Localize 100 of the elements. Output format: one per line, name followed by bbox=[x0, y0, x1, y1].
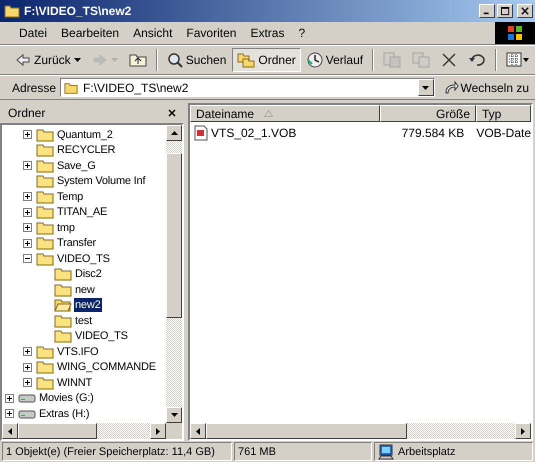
video-file-icon bbox=[194, 124, 208, 140]
folders-icon bbox=[237, 52, 256, 68]
expander-icon[interactable] bbox=[23, 192, 32, 202]
caret-icon bbox=[422, 86, 430, 90]
open-folder-icon bbox=[54, 298, 72, 312]
folders-button[interactable]: Ordner bbox=[232, 48, 301, 72]
tree-item[interactable]: Temp bbox=[56, 190, 84, 204]
caret-icon bbox=[74, 58, 81, 62]
windows-logo bbox=[495, 22, 535, 44]
folder-icon bbox=[36, 236, 54, 250]
status-zone: Arbeitsplatz bbox=[398, 446, 456, 458]
expander-icon[interactable] bbox=[23, 362, 32, 372]
folder-icon bbox=[36, 174, 54, 188]
folder-icon bbox=[36, 376, 54, 390]
window-title: F:\VIDEO_TS\new2 bbox=[24, 4, 132, 18]
address-label: Adresse bbox=[12, 80, 56, 94]
left-arrow-icon bbox=[8, 428, 12, 434]
tree-item[interactable]: test bbox=[74, 314, 93, 328]
folder-icon bbox=[36, 128, 54, 142]
copy-icon bbox=[412, 52, 430, 68]
menu-item[interactable]: Bearbeiten bbox=[54, 26, 126, 40]
expander-icon[interactable] bbox=[23, 238, 32, 248]
curved-arrow-icon bbox=[442, 80, 459, 96]
move-icon bbox=[383, 52, 402, 68]
tree-item[interactable]: new2 bbox=[74, 298, 102, 312]
tree-item[interactable]: WING_COMMANDE bbox=[56, 360, 157, 374]
tree-item[interactable]: new bbox=[74, 282, 96, 297]
menu-item[interactable]: ? bbox=[291, 26, 312, 40]
column-header[interactable]: Größe bbox=[380, 105, 476, 122]
tree-item[interactable]: VTS.IFO bbox=[56, 344, 100, 359]
folder-icon bbox=[36, 190, 54, 204]
tree-item[interactable]: Disc2 bbox=[74, 267, 103, 282]
menu-item[interactable]: Extras bbox=[243, 26, 292, 40]
close-button[interactable] bbox=[166, 107, 178, 119]
file-type: VOB-Date bbox=[475, 126, 531, 140]
clock-icon bbox=[306, 52, 323, 68]
tree-item[interactable]: WINNT bbox=[56, 376, 94, 390]
tree-item[interactable]: tmp bbox=[56, 220, 76, 235]
folder-icon bbox=[4, 3, 20, 19]
right-arrow-icon bbox=[156, 428, 160, 434]
dropdown-button[interactable] bbox=[418, 79, 434, 96]
undo-icon bbox=[468, 52, 486, 68]
expander-icon[interactable] bbox=[23, 130, 32, 140]
menu-item[interactable]: Ansicht bbox=[126, 26, 180, 40]
search-icon bbox=[166, 52, 183, 68]
menu-item[interactable]: Datei bbox=[12, 26, 54, 40]
folder-icon bbox=[36, 158, 54, 173]
history-button[interactable]: Verlauf bbox=[302, 48, 368, 72]
folder-icon bbox=[54, 314, 72, 328]
tree-item[interactable]: Save_G bbox=[56, 158, 97, 173]
tree-item[interactable]: Transfer bbox=[56, 236, 97, 250]
tree-item[interactable]: Extras (H:) bbox=[38, 406, 90, 421]
file-size: 779.584 KB bbox=[400, 126, 466, 140]
column-header[interactable]: Typ bbox=[476, 105, 531, 122]
left-arrow-icon bbox=[15, 52, 31, 68]
vertical-scrollbar[interactable] bbox=[166, 125, 182, 423]
close-icon bbox=[521, 7, 529, 15]
tree-item[interactable]: VIDEO_TS bbox=[56, 252, 111, 266]
views-icon bbox=[506, 52, 530, 68]
right-arrow-icon bbox=[92, 52, 108, 68]
folder-icon bbox=[36, 205, 54, 220]
search-button[interactable]: Suchen bbox=[162, 48, 232, 72]
expander-icon[interactable] bbox=[23, 223, 32, 232]
maximize-button[interactable] bbox=[497, 4, 513, 18]
folder-icon bbox=[36, 344, 54, 359]
menu-item[interactable]: Favoriten bbox=[179, 26, 244, 40]
expander-icon[interactable] bbox=[5, 394, 14, 403]
tree-item[interactable]: System Volume Inf bbox=[56, 174, 146, 188]
expander-icon[interactable] bbox=[23, 347, 32, 356]
tree-item[interactable]: Quantum_2 bbox=[56, 128, 114, 142]
folder-icon bbox=[36, 252, 54, 266]
expander-icon[interactable] bbox=[5, 409, 14, 418]
file-name[interactable]: VTS_02_1.VOB bbox=[211, 126, 296, 140]
close-icon bbox=[168, 109, 176, 117]
go-button[interactable]: Wechseln zu bbox=[440, 80, 531, 96]
horizontal-scrollbar[interactable] bbox=[190, 423, 531, 439]
expander-icon[interactable] bbox=[23, 254, 32, 264]
up-folder-icon bbox=[128, 52, 147, 68]
back-button[interactable]: Zurück bbox=[10, 48, 86, 72]
folder-icon bbox=[36, 143, 54, 158]
pane-title: Ordner bbox=[8, 106, 46, 120]
close-button[interactable] bbox=[517, 4, 533, 18]
up-arrow-icon bbox=[170, 131, 178, 135]
tree-item[interactable]: VIDEO_TS bbox=[74, 329, 129, 344]
column-header[interactable]: Dateiname bbox=[190, 105, 380, 122]
horizontal-scrollbar[interactable] bbox=[2, 423, 182, 439]
address-value: F:\VIDEO_TS\new2 bbox=[83, 80, 190, 94]
address-field[interactable]: F:\VIDEO_TS\new2 bbox=[60, 78, 435, 97]
maximize-icon bbox=[500, 6, 510, 16]
folder-icon bbox=[36, 360, 54, 374]
expander-icon[interactable] bbox=[23, 208, 32, 217]
tree-item[interactable]: Movies (G:) bbox=[38, 391, 95, 406]
right-arrow-icon bbox=[521, 428, 525, 434]
computer-icon bbox=[378, 444, 394, 460]
tree-item[interactable]: RECYCLER bbox=[56, 143, 116, 158]
folder-icon bbox=[54, 329, 72, 344]
expander-icon[interactable] bbox=[23, 378, 32, 388]
minimize-button[interactable] bbox=[479, 4, 495, 18]
expander-icon[interactable] bbox=[23, 161, 32, 170]
tree-item[interactable]: TITAN_AE bbox=[56, 205, 108, 220]
